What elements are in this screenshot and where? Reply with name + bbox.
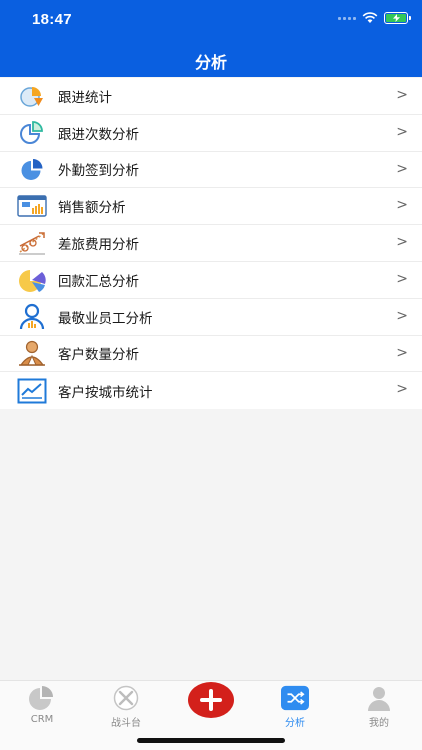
- tab-battle[interactable]: 战斗台: [96, 685, 156, 729]
- chevron-right-icon: >: [396, 307, 408, 324]
- employee-icon: [17, 303, 47, 331]
- analysis-menu: 跟进统计 > 跟进次数分析 > 外勤签到分析 > 销售额分析 > 差旅费用分析 …: [0, 78, 422, 410]
- menu-label: 回款汇总分析: [58, 273, 139, 290]
- chevron-right-icon: >: [396, 123, 408, 140]
- profile-icon: [365, 685, 393, 711]
- menu-item-follow-up-count[interactable]: 跟进次数分析 >: [0, 115, 422, 152]
- chevron-right-icon: >: [396, 344, 408, 361]
- chevron-right-icon: >: [396, 160, 408, 177]
- tab-crm[interactable]: CRM: [12, 685, 72, 725]
- status-time: 18:47: [32, 11, 72, 28]
- menu-label: 外勤签到分析: [58, 163, 139, 180]
- wifi-icon: [362, 12, 378, 23]
- chevron-right-icon: >: [396, 381, 408, 398]
- menu-label: 客户数量分析: [58, 347, 139, 364]
- menu-label: 最敬业员工分析: [58, 310, 153, 327]
- customer-icon: [17, 339, 47, 367]
- menu-item-customer-count[interactable]: 客户数量分析 >: [0, 336, 422, 373]
- menu-item-field-checkin[interactable]: 外勤签到分析 >: [0, 152, 422, 189]
- tab-profile[interactable]: 我的: [349, 685, 409, 729]
- crm-pie-icon: [28, 685, 56, 711]
- battery-icon: [384, 12, 411, 24]
- home-indicator: [137, 738, 285, 743]
- sales-chart-icon: [17, 192, 47, 220]
- menu-item-top-employee[interactable]: 最敬业员工分析 >: [0, 299, 422, 336]
- page-title: 分析: [194, 53, 227, 72]
- status-indicators: [338, 12, 411, 24]
- chevron-right-icon: >: [396, 87, 408, 103]
- pie-segment-icon: [17, 119, 47, 147]
- menu-item-travel-expense[interactable]: 差旅费用分析 >: [0, 225, 422, 262]
- tab-label: 战斗台: [111, 718, 141, 729]
- add-button[interactable]: [188, 682, 234, 718]
- menu-item-follow-up-stats[interactable]: 跟进统计 >: [0, 78, 422, 115]
- chevron-right-icon: >: [396, 234, 408, 251]
- shuffle-icon: [281, 685, 309, 711]
- menu-item-payment-summary[interactable]: 回款汇总分析 >: [0, 262, 422, 299]
- battle-icon: [112, 685, 140, 711]
- menu-label: 差旅费用分析: [58, 237, 139, 254]
- chevron-right-icon: >: [396, 270, 408, 287]
- tab-label: 分析: [285, 718, 305, 729]
- menu-item-sales[interactable]: 销售额分析 >: [0, 188, 422, 226]
- tab-label: 我的: [369, 718, 389, 729]
- pie-blue-icon: [17, 155, 47, 183]
- city-stats-icon: [17, 377, 47, 405]
- menu-label: 销售额分析: [58, 200, 126, 217]
- chevron-right-icon: >: [396, 197, 408, 214]
- payment-pie-icon: [17, 266, 47, 294]
- signal-icon: [338, 16, 356, 20]
- menu-item-customer-by-city[interactable]: 客户按城市统计 >: [0, 372, 422, 409]
- pie-chart-icon: [17, 82, 47, 110]
- menu-label: 客户按城市统计: [58, 384, 153, 401]
- menu-label: 跟进次数分析: [58, 126, 139, 143]
- app-header: 18:47 分析: [0, 0, 422, 77]
- travel-expense-icon: [17, 229, 47, 257]
- add-icon: [200, 689, 222, 711]
- tab-analysis[interactable]: 分析: [265, 685, 325, 729]
- tab-label: CRM: [30, 714, 54, 725]
- menu-label: 跟进统计: [58, 89, 112, 106]
